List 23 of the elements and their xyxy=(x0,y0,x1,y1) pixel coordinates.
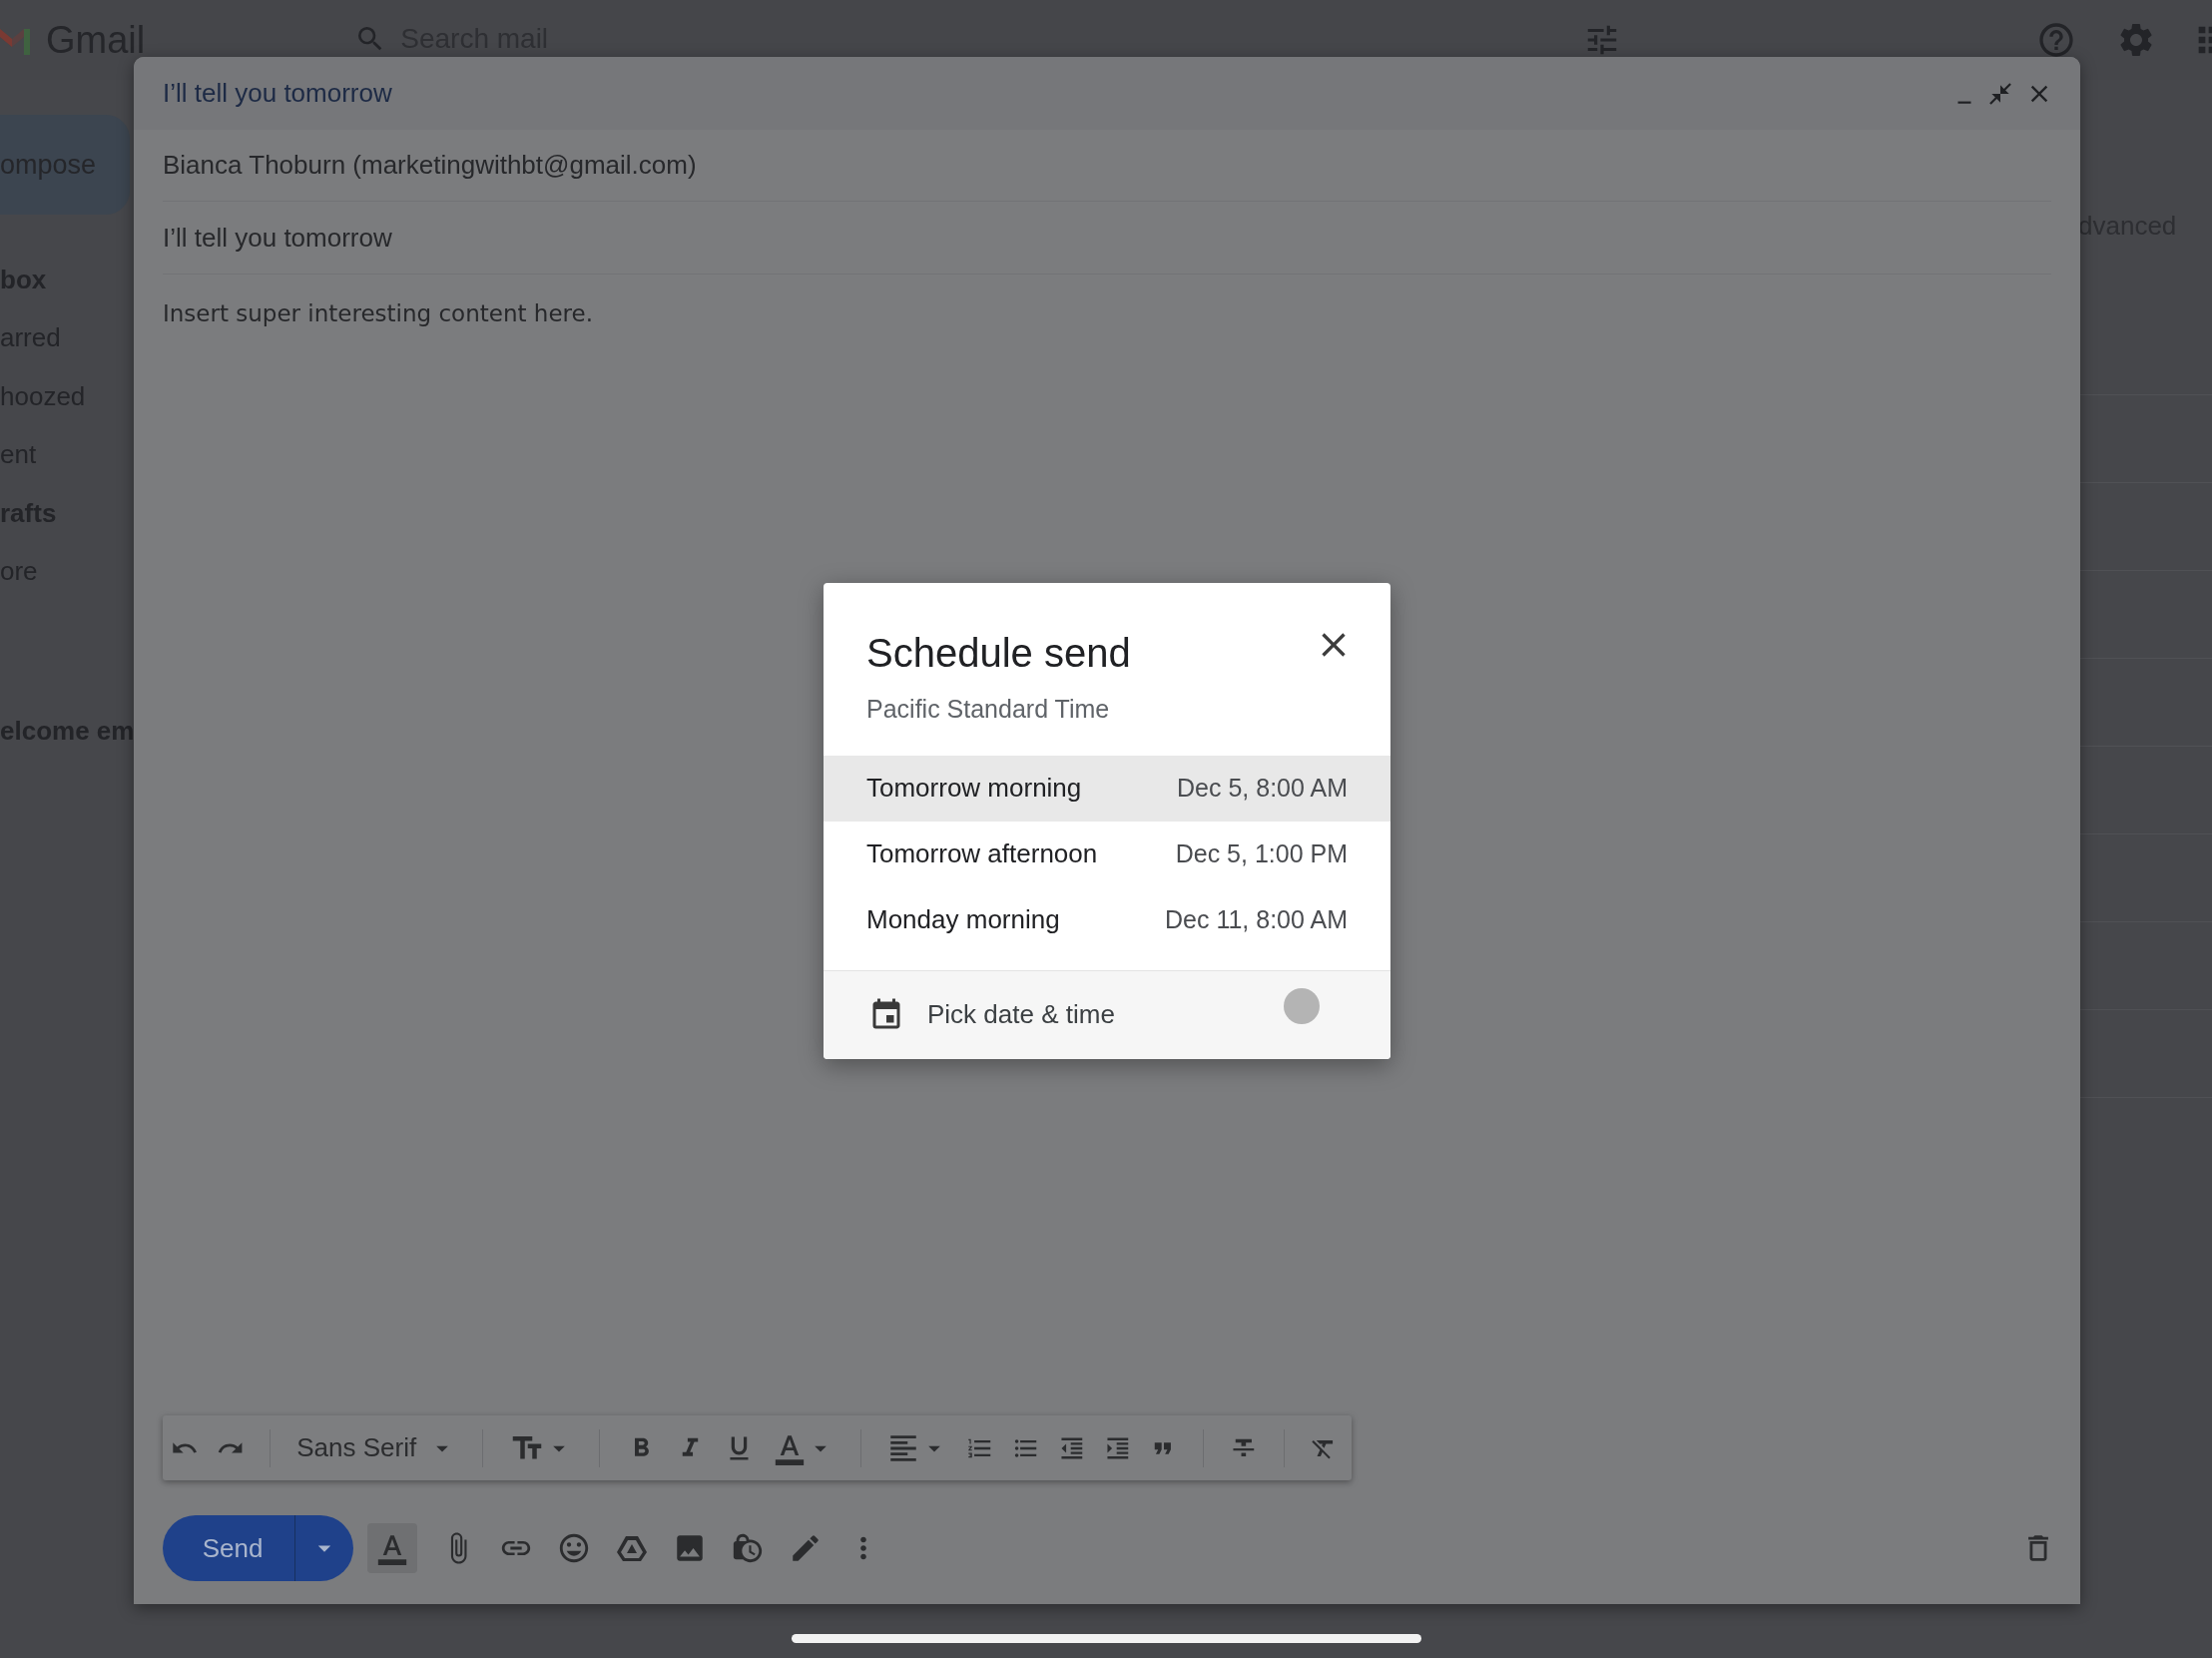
triangle-icon[interactable] xyxy=(615,1533,649,1563)
help-icon[interactable] xyxy=(2036,20,2076,60)
formatting-options-button[interactable] xyxy=(367,1523,417,1573)
option-label: Tomorrow afternoon xyxy=(866,837,1099,870)
compose-title: I’ll tell you tomorrow xyxy=(163,77,393,110)
option-time: Dec 11, 8:00 AM xyxy=(1165,903,1348,935)
option-label: Tomorrow morning xyxy=(866,772,1083,805)
option-time: Dec 5, 1:00 PM xyxy=(1175,837,1348,869)
dialog-title: Schedule send xyxy=(866,630,1132,677)
font-dropdown[interactable]: Sans Serif xyxy=(296,1428,457,1467)
emoji-icon[interactable] xyxy=(557,1531,591,1565)
exit-fullscreen-icon[interactable] xyxy=(1987,80,2013,107)
schedule-option[interactable]: Tomorrow morning Dec 5, 8:00 AM xyxy=(824,755,1390,822)
message-body[interactable]: Insert super interesting content here. xyxy=(163,300,593,326)
subject-field[interactable]: I’ll tell you tomorrow xyxy=(163,218,392,258)
recipient-field[interactable]: Bianca Thoburn (marketingwithbt@gmail.com) xyxy=(163,146,697,185)
schedule-option[interactable]: Tomorrow afternoon Dec 5, 1:00 PM xyxy=(824,821,1390,887)
timezone-label: Pacific Standard Time xyxy=(865,694,1111,725)
lock-clock-icon[interactable] xyxy=(731,1531,765,1565)
option-time: Dec 5, 8:00 AM xyxy=(1177,772,1348,804)
schedule-option[interactable]: Monday morning Dec 11, 8:00 AM xyxy=(824,886,1390,953)
touch-indicator xyxy=(1284,987,1320,1024)
option-label: Monday morning xyxy=(866,903,1061,936)
